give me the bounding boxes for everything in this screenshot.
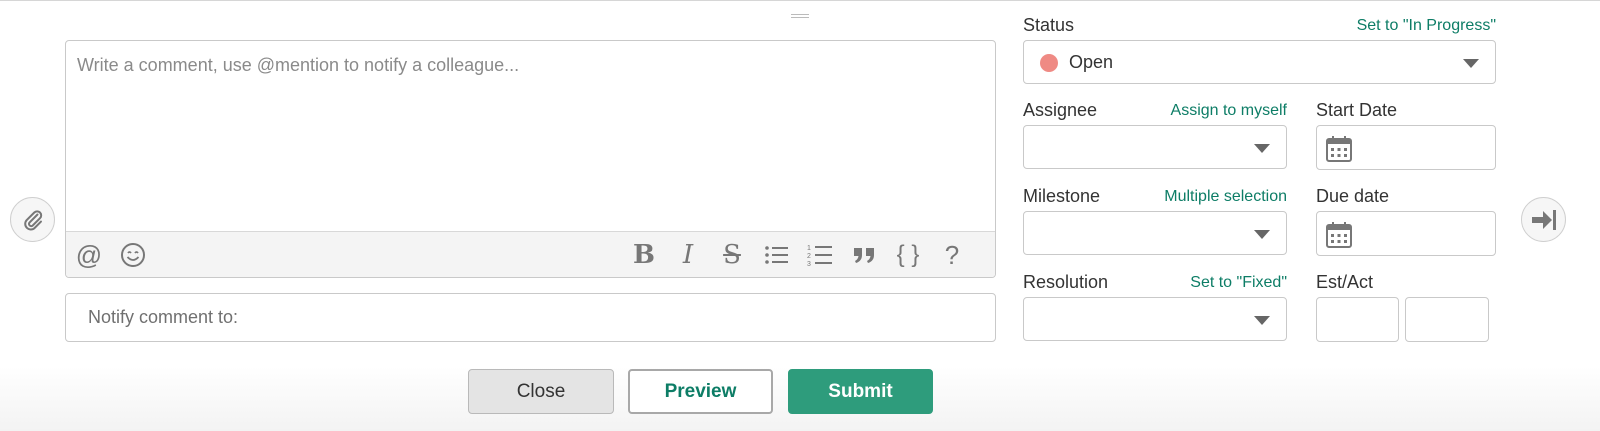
strikethrough-icon: S — [723, 240, 741, 270]
emoji-button[interactable] — [113, 232, 153, 277]
estimated-hours-input[interactable] — [1316, 297, 1399, 342]
assignee-select[interactable] — [1023, 125, 1287, 169]
caret-down-icon — [1254, 144, 1270, 153]
comment-editor: @ B I S 1 2 3 — [65, 40, 996, 278]
submit-button[interactable]: Submit — [788, 369, 933, 414]
caret-down-icon — [1254, 316, 1270, 325]
comment-input[interactable] — [66, 41, 995, 233]
assign-to-myself-link[interactable]: Assign to myself — [1171, 102, 1287, 120]
notify-field[interactable]: Notify comment to: — [65, 293, 996, 342]
start-date-label: Start Date — [1316, 100, 1398, 120]
mention-button[interactable]: @ — [69, 232, 109, 277]
est-act-label: Est/Act — [1316, 272, 1374, 292]
due-date-label: Due date — [1316, 186, 1390, 206]
preview-button[interactable]: Preview — [628, 369, 773, 414]
editor-toolbar: @ B I S 1 2 3 {} ? — [66, 231, 995, 277]
caret-down-icon — [1254, 230, 1270, 239]
italic-button[interactable]: I — [668, 232, 708, 277]
collapse-panel-button[interactable] — [1521, 197, 1566, 242]
calendar-icon — [1326, 136, 1352, 162]
set-fixed-link[interactable]: Set to "Fixed" — [1190, 274, 1287, 292]
help-icon: ? — [944, 239, 960, 270]
code-braces-icon: { } — [896, 241, 920, 268]
svg-text:1: 1 — [807, 245, 811, 252]
at-icon: @ — [75, 239, 103, 270]
notify-label: Notify comment to: — [88, 307, 239, 327]
bullet-list-button[interactable] — [756, 232, 796, 277]
bold-icon: B — [633, 240, 655, 270]
milestone-select[interactable] — [1023, 211, 1287, 255]
close-button[interactable]: Close — [468, 369, 614, 414]
top-divider — [0, 0, 1600, 1]
status-value: Open — [1069, 52, 1114, 72]
paperclip-icon — [23, 209, 42, 230]
quote-icon — [854, 248, 874, 263]
calendar-icon — [1326, 222, 1352, 248]
actual-hours-input[interactable] — [1405, 297, 1489, 342]
strikethrough-button[interactable]: S — [712, 232, 752, 277]
help-button[interactable]: ? — [932, 232, 972, 277]
caret-down-icon — [1463, 59, 1479, 68]
status-dot — [1040, 54, 1058, 72]
svg-text:2: 2 — [807, 253, 811, 260]
status-select[interactable]: Open — [1023, 40, 1496, 84]
resolution-select[interactable] — [1023, 297, 1287, 341]
multiple-selection-link[interactable]: Multiple selection — [1164, 188, 1287, 206]
resolution-label: Resolution — [1023, 272, 1109, 292]
arrow-to-right-icon — [1531, 209, 1556, 230]
set-in-progress-link[interactable]: Set to "In Progress" — [1357, 17, 1496, 35]
resize-grip[interactable] — [791, 14, 809, 21]
emoji-icon — [121, 243, 145, 267]
assignee-label: Assignee — [1023, 100, 1098, 120]
svg-text:3: 3 — [807, 261, 811, 267]
attach-button[interactable] — [10, 197, 55, 242]
numbered-list-icon: 1 2 3 — [807, 245, 832, 267]
numbered-list-button[interactable]: 1 2 3 — [800, 232, 840, 277]
status-label: Status — [1023, 15, 1075, 35]
bullet-list-icon — [765, 246, 788, 264]
start-date-input[interactable] — [1316, 125, 1496, 170]
bold-button[interactable]: B — [624, 232, 664, 277]
due-date-input[interactable] — [1316, 211, 1496, 256]
italic-icon: I — [682, 240, 694, 270]
milestone-label: Milestone — [1023, 186, 1101, 206]
quote-button[interactable] — [844, 232, 884, 277]
code-button[interactable]: { } — [888, 232, 928, 277]
